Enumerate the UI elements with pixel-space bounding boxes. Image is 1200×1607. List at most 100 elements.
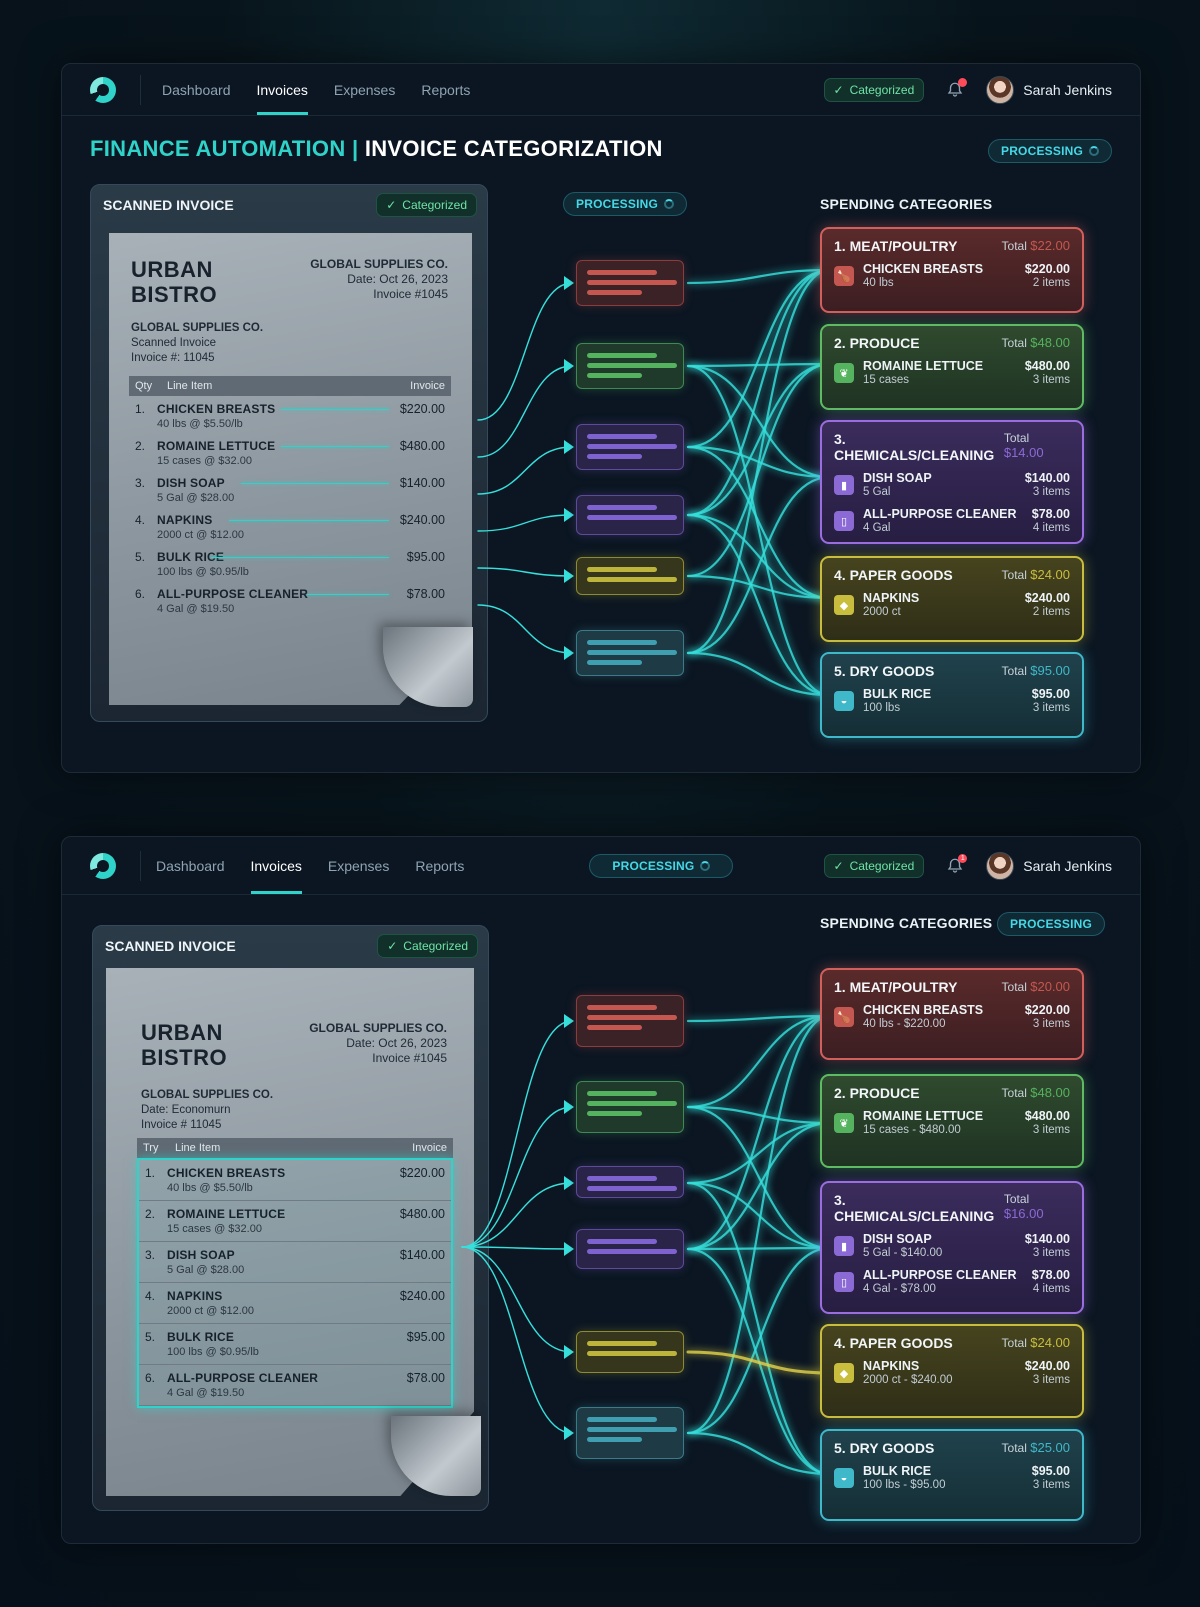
table-row[interactable]: 4. NAPKINS 2000 ct @ $12.00 $240.00: [139, 1283, 451, 1324]
nav-reports[interactable]: Reports: [402, 837, 477, 894]
category-title: 2. PRODUCE: [834, 1085, 920, 1101]
table-row[interactable]: 3. DISH SOAP 5 Gal @ $28.00 $140.00: [129, 470, 451, 507]
item-detail: 4 Gal @ $19.50: [157, 603, 235, 615]
table-row[interactable]: 6. ALL-PURPOSE CLEANER 4 Gal @ $19.50 $78.0…: [139, 1365, 451, 1406]
category-item[interactable]: ◆ NAPKINS 2000 ct $240.00 2 items: [834, 591, 1070, 619]
category-card[interactable]: 4. PAPER GOODS Total $24.00 ◆ NAPKINS 2000 c…: [820, 1324, 1084, 1418]
item-detail: 5 Gal @ $28.00: [167, 1264, 245, 1276]
category-item[interactable]: ▯ ALL-PURPOSE CLEANER 4 Gal - $78.00 $78.00…: [834, 1268, 1070, 1296]
category-card[interactable]: 2. PRODUCE Total $48.00 ❦ ROMAINE LETTUCE 15…: [820, 324, 1084, 410]
category-item[interactable]: ◆ NAPKINS 2000 ct - $240.00 $240.00 3 items: [834, 1359, 1070, 1387]
category-card[interactable]: 2. PRODUCE Total $48.00 ❦ ROMAINE LETTUCE 15…: [820, 1074, 1084, 1168]
nav-invoices[interactable]: Invoices: [238, 837, 315, 894]
category-item[interactable]: ◒ BULK RICE 100 lbs - $95.00 $95.00 3 items: [834, 1464, 1070, 1492]
user-menu[interactable]: Sarah Jenkins: [986, 851, 1112, 880]
category-item[interactable]: ◒ BULK RICE 100 lbs $95.00 3 items: [834, 687, 1070, 715]
category-total-value: $48.00: [1030, 335, 1070, 350]
category-item-name: BULK RICE 100 lbs: [863, 687, 1032, 715]
category-item[interactable]: ▮ DISH SOAP 5 Gal - $140.00 $140.00 3 items: [834, 1232, 1070, 1260]
spinner-icon: [664, 199, 675, 209]
item-name: DISH SOAP: [167, 1248, 235, 1262]
category-title: 5. DRY GOODS: [834, 663, 935, 679]
chip-bar: [587, 1186, 677, 1191]
table-row[interactable]: 2. ROMAINE LETTUCE 15 cases @ $32.00 $480.0…: [129, 433, 451, 470]
category-item[interactable]: 🍗 CHICKEN BREASTS 40 lbs $220.00 2 items: [834, 262, 1070, 290]
category-item-name: ROMAINE LETTUCE 15 cases: [863, 359, 1025, 387]
nav-expenses[interactable]: Expenses: [315, 837, 402, 894]
category-item-price: $240.00 2 items: [1024, 591, 1070, 618]
row-number: 5.: [145, 1330, 156, 1344]
category-title: 4. PAPER GOODS: [834, 1335, 953, 1351]
category-item[interactable]: ❦ ROMAINE LETTUCE 15 cases - $480.00 $480.0…: [834, 1109, 1070, 1137]
item-detail: 5 Gal @ $28.00: [157, 492, 235, 504]
row-number: 3.: [145, 1248, 156, 1262]
line-item: CHICKEN BREASTS 40 lbs @ $5.50/lb: [167, 1166, 400, 1194]
item-detail: 100 lbs @ $0.95/lb: [167, 1346, 259, 1358]
user-menu[interactable]: Sarah Jenkins: [986, 75, 1112, 104]
category-item[interactable]: 🍗 CHICKEN BREASTS 40 lbs - $220.00 $220.00 3…: [834, 1003, 1070, 1031]
category-title: 1. MEAT/POULTRY: [834, 238, 958, 254]
category-card[interactable]: 3. CHEMICALS/CLEANING Total $16.00 ▮ DISH S…: [820, 1181, 1084, 1314]
line-item: ROMAINE LETTUCE 15 cases @ $32.00: [167, 1207, 400, 1235]
scanned-invoice-card: SCANNED INVOICE ✓ Categorized URBAN BISTRO…: [90, 184, 488, 722]
category-title: 3. CHEMICALS/CLEANING: [834, 431, 995, 463]
chip-bar: [587, 1101, 677, 1106]
chip-bar: [587, 1005, 657, 1010]
nav-dashboard[interactable]: Dashboard: [143, 837, 238, 894]
category-header: 5. DRY GOODS Total $25.00: [834, 1440, 1070, 1456]
table-row[interactable]: 5. BULK RICE 100 lbs @ $0.95/lb $95.00: [139, 1324, 451, 1365]
category-item[interactable]: ▯ ALL-PURPOSE CLEANER 4 Gal $78.00 4 items: [834, 507, 1070, 535]
category-item-price: $78.00 4 items: [1031, 507, 1070, 534]
category-title: 3. CHEMICALS/CLEANING: [834, 1192, 995, 1224]
app-logo-icon[interactable]: [90, 852, 116, 879]
category-total-value: $95.00: [1030, 663, 1070, 678]
nav-reports[interactable]: Reports: [408, 64, 483, 115]
table-row[interactable]: 6. ALL-PURPOSE CLEANER 4 Gal @ $19.50 $78.0…: [129, 581, 451, 618]
category-item[interactable]: ❦ ROMAINE LETTUCE 15 cases $480.00 3 items: [834, 359, 1070, 387]
category-item-price: $95.00 3 items: [1031, 1464, 1070, 1491]
category-card[interactable]: 5. DRY GOODS Total $25.00 ◒ BULK RICE 100 lb…: [820, 1429, 1084, 1521]
table-row[interactable]: 4. NAPKINS 2000 ct @ $12.00 $240.00: [129, 507, 451, 544]
category-header: 3. CHEMICALS/CLEANING Total $14.00: [834, 431, 1070, 463]
table-row[interactable]: 2. ROMAINE LETTUCE 15 cases @ $32.00 $480.0…: [139, 1201, 451, 1242]
nav-invoices[interactable]: Invoices: [244, 64, 321, 115]
nav-expenses[interactable]: Expenses: [321, 64, 408, 115]
category-item-name: ALL-PURPOSE CLEANER 4 Gal: [863, 507, 1032, 535]
line-items-table: Try Line Item Invoice 1. CHICKEN BREASTS 40 …: [137, 1138, 453, 1408]
item-amount: $480.00: [399, 439, 445, 453]
item-amount: $78.00: [406, 1371, 445, 1385]
soap-bottle-icon: ▮: [834, 1236, 854, 1256]
processing-chip: [576, 1331, 684, 1373]
nav-dashboard[interactable]: Dashboard: [149, 64, 244, 115]
chip-bar: [587, 444, 677, 449]
category-card[interactable]: 1. MEAT/POULTRY Total $20.00 🍗 CHICKEN BREA…: [820, 968, 1084, 1060]
table-row[interactable]: 1. CHICKEN BREASTS 40 lbs @ $5.50/lb $220.0…: [139, 1160, 451, 1201]
chip-bar: [587, 660, 642, 665]
category-item-detail: 100 lbs: [863, 702, 901, 714]
category-item-detail: 4 Gal: [863, 522, 891, 534]
item-detail: 2000 ct @ $12.00: [167, 1305, 255, 1317]
category-card[interactable]: 1. MEAT/POULTRY Total $22.00 🍗 CHICKEN BREA…: [820, 227, 1084, 313]
notification-bell-icon[interactable]: [946, 77, 968, 99]
notification-bell-icon[interactable]: 1: [946, 853, 968, 875]
category-card[interactable]: 3. CHEMICALS/CLEANING Total $14.00 ▮ DISH S…: [820, 420, 1084, 544]
category-total: Total $24.00: [1001, 1335, 1070, 1350]
category-item-name: ALL-PURPOSE CLEANER 4 Gal - $78.00: [863, 1268, 1032, 1296]
table-row[interactable]: 1. CHICKEN BREASTS 40 lbs @ $5.50/lb $220.0…: [129, 396, 451, 433]
category-item-detail: 15 cases - $480.00: [863, 1124, 961, 1136]
category-title: 5. DRY GOODS: [834, 1440, 935, 1456]
category-card[interactable]: 4. PAPER GOODS Total $24.00 ◆ NAPKINS 2000 c…: [820, 556, 1084, 642]
app-logo-icon[interactable]: [90, 76, 116, 103]
category-item-name: DISH SOAP 5 Gal: [863, 471, 1025, 499]
category-item-name: DISH SOAP 5 Gal - $140.00: [863, 1232, 1025, 1260]
processing-chip: [576, 995, 684, 1047]
chip-bar: [587, 1015, 677, 1020]
item-amount: $78.00: [406, 587, 445, 601]
category-item-detail: 40 lbs - $220.00: [863, 1018, 946, 1030]
table-row[interactable]: 5. BULK RICE 100 lbs @ $0.95/lb $95.00: [129, 544, 451, 581]
table-row[interactable]: 3. DISH SOAP 5 Gal @ $28.00 $140.00: [139, 1242, 451, 1283]
category-title: 1. MEAT/POULTRY: [834, 979, 958, 995]
category-card[interactable]: 5. DRY GOODS Total $95.00 ◒ BULK RICE 100 lb…: [820, 652, 1084, 738]
item-amount: $240.00: [399, 1289, 445, 1303]
category-item[interactable]: ▮ DISH SOAP 5 Gal $140.00 3 items: [834, 471, 1070, 499]
